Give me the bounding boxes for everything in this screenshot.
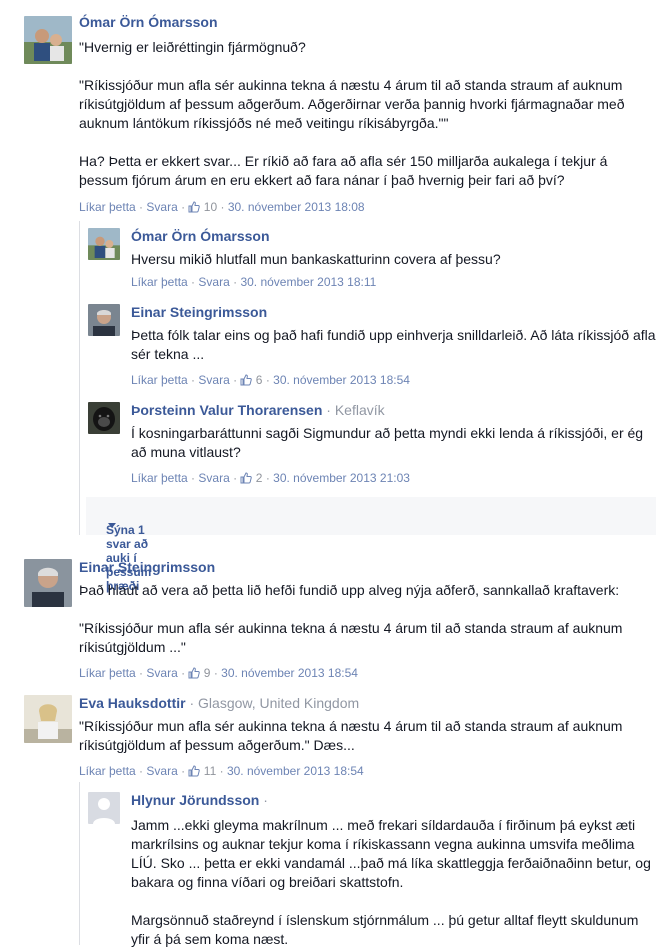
like-count[interactable]: 2: [256, 471, 263, 485]
reply-author[interactable]: Hlynur Jörundsson: [131, 792, 259, 808]
comment-author[interactable]: Ómar Örn Ómarsson: [79, 14, 218, 30]
comment-meta: Líkar þetta · Svara · 9 · 30. nóvember 2…: [79, 666, 358, 680]
comment-meta: Líkar þetta · Svara · 10 · 30. nóvember …: [79, 200, 365, 214]
like-link[interactable]: Líkar þetta: [131, 373, 188, 387]
comment-text: Það hlaut að vera að þetta lið hefði fun…: [79, 582, 623, 655]
author-location[interactable]: Keflavík: [335, 402, 385, 418]
reply-link[interactable]: Svara: [146, 200, 177, 214]
reply-author[interactable]: Þorsteinn Valur Thorarensen: [131, 402, 322, 418]
avatar[interactable]: [24, 559, 72, 607]
reply-link[interactable]: Svara: [146, 666, 177, 680]
like-count[interactable]: 9: [204, 666, 211, 680]
comment-author[interactable]: Eva Hauksdottir: [79, 695, 186, 711]
reply-text: Hversu mikið hlutfall mun bankaskatturin…: [131, 251, 501, 267]
comment-meta: Líkar þetta · Svara · 11 · 30. nóvember …: [79, 764, 364, 778]
like-link[interactable]: Líkar þetta: [79, 666, 136, 680]
thumbs-up-icon[interactable]: [240, 472, 253, 484]
like-link[interactable]: Líkar þetta: [79, 764, 136, 778]
reply-author[interactable]: Einar Steingrimsson: [131, 304, 267, 320]
reply-link[interactable]: Svara: [146, 764, 177, 778]
thumbs-up-icon[interactable]: [188, 765, 201, 777]
reply-link[interactable]: Svara: [198, 471, 229, 485]
reply-text: Þetta fólk talar eins og það hafi fundið…: [131, 327, 656, 362]
reply-link[interactable]: Svara: [198, 373, 229, 387]
avatar[interactable]: [88, 402, 120, 434]
reply-text: Í kosningarbaráttunni sagði Sigmundur að…: [131, 425, 644, 460]
reply-meta: Líkar þetta · Svara · 2 · 30. nóvember 2…: [131, 471, 410, 485]
show-more-replies-button[interactable]: Sýna 1 svar að auki í þessum þræði: [86, 497, 656, 593]
comment-author[interactable]: Einar Steingrimsson: [79, 559, 215, 575]
reply-meta: Líkar þetta · Svara · 6 · 30. nóvember 2…: [131, 373, 410, 387]
comment-text: "Hvernig er leiðréttingin fjármögnuð? "R…: [79, 39, 625, 188]
author-location[interactable]: Glasgow, United Kingdom: [198, 695, 359, 711]
like-count[interactable]: 10: [204, 200, 217, 214]
avatar[interactable]: [88, 228, 120, 260]
avatar[interactable]: [24, 695, 72, 743]
reply-text: Jamm ...ekki gleyma makrílnum ... með fr…: [131, 817, 651, 947]
like-link[interactable]: Líkar þetta: [79, 200, 136, 214]
timestamp[interactable]: 30. nóvember 2013 18:11: [240, 275, 376, 289]
avatar[interactable]: [88, 792, 120, 824]
like-link[interactable]: Líkar þetta: [131, 471, 188, 485]
avatar[interactable]: [88, 304, 120, 336]
timestamp[interactable]: 30. nóvember 2013 21:03: [273, 471, 410, 485]
timestamp[interactable]: 30. nóvember 2013 18:54: [273, 373, 410, 387]
avatar[interactable]: [24, 16, 72, 64]
caret-down-icon: [108, 523, 116, 528]
timestamp[interactable]: 30. nóvember 2013 18:08: [228, 200, 365, 214]
thumbs-up-icon[interactable]: [188, 667, 201, 679]
reply-link[interactable]: Svara: [198, 275, 229, 289]
timestamp[interactable]: 30. nóvember 2013 18:54: [227, 764, 364, 778]
timestamp[interactable]: 30. nóvember 2013 18:54: [221, 666, 358, 680]
like-link[interactable]: Líkar þetta: [131, 275, 188, 289]
comment-text: "Ríkissjóður mun afla sér aukinna tekna …: [79, 718, 623, 753]
like-count[interactable]: 6: [256, 373, 263, 387]
reply-meta: Líkar þetta · Svara · 30. nóvember 2013 …: [131, 275, 377, 289]
reply-author[interactable]: Ómar Örn Ómarsson: [131, 228, 270, 244]
thumbs-up-icon[interactable]: [240, 374, 253, 386]
like-count[interactable]: 11: [204, 764, 216, 778]
thumbs-up-icon[interactable]: [188, 201, 201, 213]
